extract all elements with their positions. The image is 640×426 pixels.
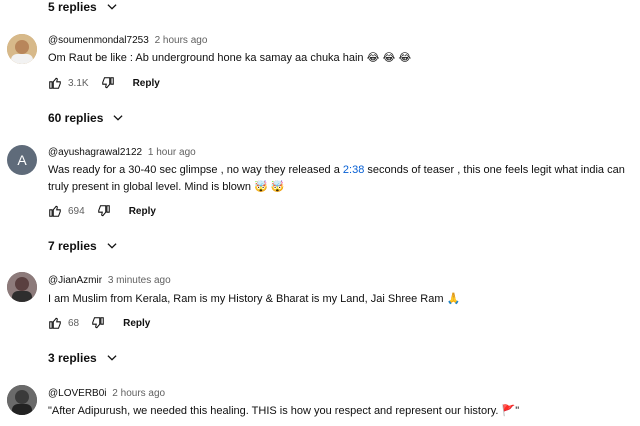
comment-body: I am Muslim from Kerala, Ram is my Histo… bbox=[48, 293, 444, 305]
comment-text: Was ready for a 30-40 sec glimpse , no w… bbox=[48, 162, 638, 196]
avatar[interactable] bbox=[7, 34, 37, 64]
like-count: 68 bbox=[68, 317, 80, 329]
avatar[interactable] bbox=[7, 272, 37, 302]
comment-time[interactable]: 3 minutes ago bbox=[108, 275, 171, 286]
avatar[interactable] bbox=[7, 385, 37, 415]
comment-actions: 3.1K Reply bbox=[48, 76, 160, 90]
author-handle[interactable]: @LOVERB0i bbox=[48, 388, 107, 399]
chevron-down-icon bbox=[107, 355, 117, 361]
like-count: 694 bbox=[68, 205, 85, 217]
replies-count: 7 replies bbox=[48, 239, 97, 253]
folded-hands-emoji: 🙏 bbox=[446, 293, 461, 305]
avatar[interactable]: A bbox=[7, 145, 37, 175]
reply-button[interactable]: Reply bbox=[123, 318, 150, 329]
replies-toggle[interactable]: 60 replies bbox=[48, 111, 125, 125]
author-handle[interactable]: @soumenmondal7253 bbox=[48, 35, 149, 46]
chevron-down-icon bbox=[107, 243, 117, 249]
replies-count: 60 replies bbox=[48, 111, 104, 125]
comment-time[interactable]: 1 hour ago bbox=[148, 147, 196, 158]
thumbs-up-icon[interactable] bbox=[48, 316, 62, 330]
like-count: 3.1K bbox=[68, 77, 89, 89]
replies-count: 5 replies bbox=[48, 0, 97, 14]
thumbs-down-icon[interactable] bbox=[97, 204, 111, 218]
timestamp-link[interactable]: 2:38 bbox=[343, 164, 364, 176]
comment-actions: 68 Reply bbox=[48, 316, 150, 330]
laughing-emoji: 😂 😂 😂 bbox=[366, 52, 412, 64]
comment-text: I am Muslim from Kerala, Ram is my Histo… bbox=[48, 291, 638, 308]
comment-meta: @LOVERB0i 2 hours ago bbox=[48, 388, 165, 399]
chevron-down-icon bbox=[107, 4, 117, 10]
reply-button[interactable]: Reply bbox=[133, 78, 160, 89]
replies-count: 3 replies bbox=[48, 351, 97, 365]
thumbs-up-icon[interactable] bbox=[48, 204, 62, 218]
avatar-image-icon bbox=[7, 385, 37, 415]
replies-toggle[interactable]: 5 replies bbox=[48, 0, 119, 14]
comment-text: Om Raut be like : Ab underground hone ka… bbox=[48, 50, 638, 67]
comment-meta: @JianAzmir 3 minutes ago bbox=[48, 275, 171, 286]
closing-quote: " bbox=[515, 405, 520, 417]
reply-button[interactable]: Reply bbox=[129, 206, 156, 217]
chevron-down-icon bbox=[113, 115, 123, 121]
flag-emoji: 🚩 bbox=[501, 405, 516, 417]
comment-meta: @ayushagrawal2122 1 hour ago bbox=[48, 147, 196, 158]
comment-time[interactable]: 2 hours ago bbox=[112, 388, 165, 399]
thumbs-down-icon[interactable] bbox=[91, 316, 105, 330]
comment-meta: @soumenmondal7253 2 hours ago bbox=[48, 35, 207, 46]
comment-time[interactable]: 2 hours ago bbox=[155, 35, 208, 46]
replies-toggle[interactable]: 3 replies bbox=[48, 351, 119, 365]
mind-blown-emoji: 🤯 🤯 bbox=[254, 181, 285, 193]
comment-text: "After Adipurush, we needed this healing… bbox=[48, 403, 638, 420]
comment-body: "After Adipurush, we needed this healing… bbox=[48, 405, 499, 417]
thumbs-down-icon[interactable] bbox=[101, 76, 115, 90]
avatar-image-icon bbox=[7, 34, 37, 64]
comment-body: Was ready for a 30-40 sec glimpse , no w… bbox=[48, 164, 343, 176]
avatar-letter: A bbox=[17, 152, 27, 168]
author-handle[interactable]: @ayushagrawal2122 bbox=[48, 147, 142, 158]
comment-actions: 694 Reply bbox=[48, 204, 156, 218]
avatar-image-icon bbox=[7, 272, 37, 302]
replies-toggle[interactable]: 7 replies bbox=[48, 239, 119, 253]
comment-body: Om Raut be like : Ab underground hone ka… bbox=[48, 52, 364, 64]
author-handle[interactable]: @JianAzmir bbox=[48, 275, 102, 286]
thumbs-up-icon[interactable] bbox=[48, 76, 62, 90]
